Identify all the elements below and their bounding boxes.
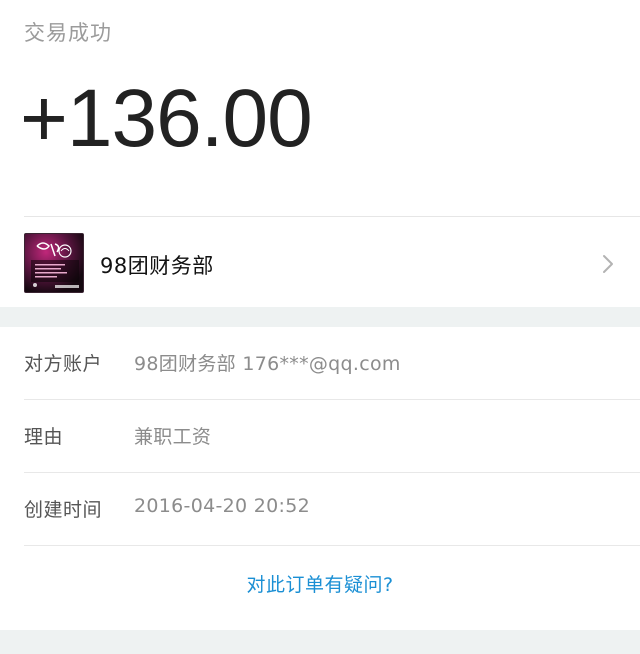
detail-value: 2016-04-20 20:52 <box>134 495 311 517</box>
transaction-details: 对方账户 98团财务部 176***@qq.com 理由 兼职工资 创建时间 2… <box>0 327 640 546</box>
transaction-amount: +136.00 <box>20 73 313 164</box>
transaction-status: 交易成功 <box>24 21 112 45</box>
chevron-right-icon <box>598 253 618 275</box>
merchant-avatar-icon <box>24 233 84 293</box>
detail-row-created-time: 创建时间 2016-04-20 20:52 <box>0 473 640 546</box>
detail-label: 理由 <box>24 426 64 448</box>
detail-value: 98团财务部 176***@qq.com <box>134 353 401 375</box>
detail-label: 创建时间 <box>24 499 103 521</box>
payee-name: 98团财务部 <box>100 254 214 278</box>
detail-row-account: 对方账户 98团财务部 176***@qq.com <box>0 327 640 400</box>
detail-row-reason: 理由 兼职工资 <box>0 400 640 473</box>
detail-label: 对方账户 <box>24 353 103 375</box>
detail-value: 兼职工资 <box>134 426 212 448</box>
section-separator <box>0 307 640 327</box>
divider <box>24 545 640 546</box>
order-question-link[interactable]: 对此订单有疑问? <box>0 570 640 597</box>
transaction-detail-page: 交易成功 +136.00 98团财务部 对方账户 98团财务部 176***@q… <box>0 0 640 654</box>
section-separator <box>0 630 640 654</box>
payee-row[interactable]: 98团财务部 <box>0 217 640 307</box>
